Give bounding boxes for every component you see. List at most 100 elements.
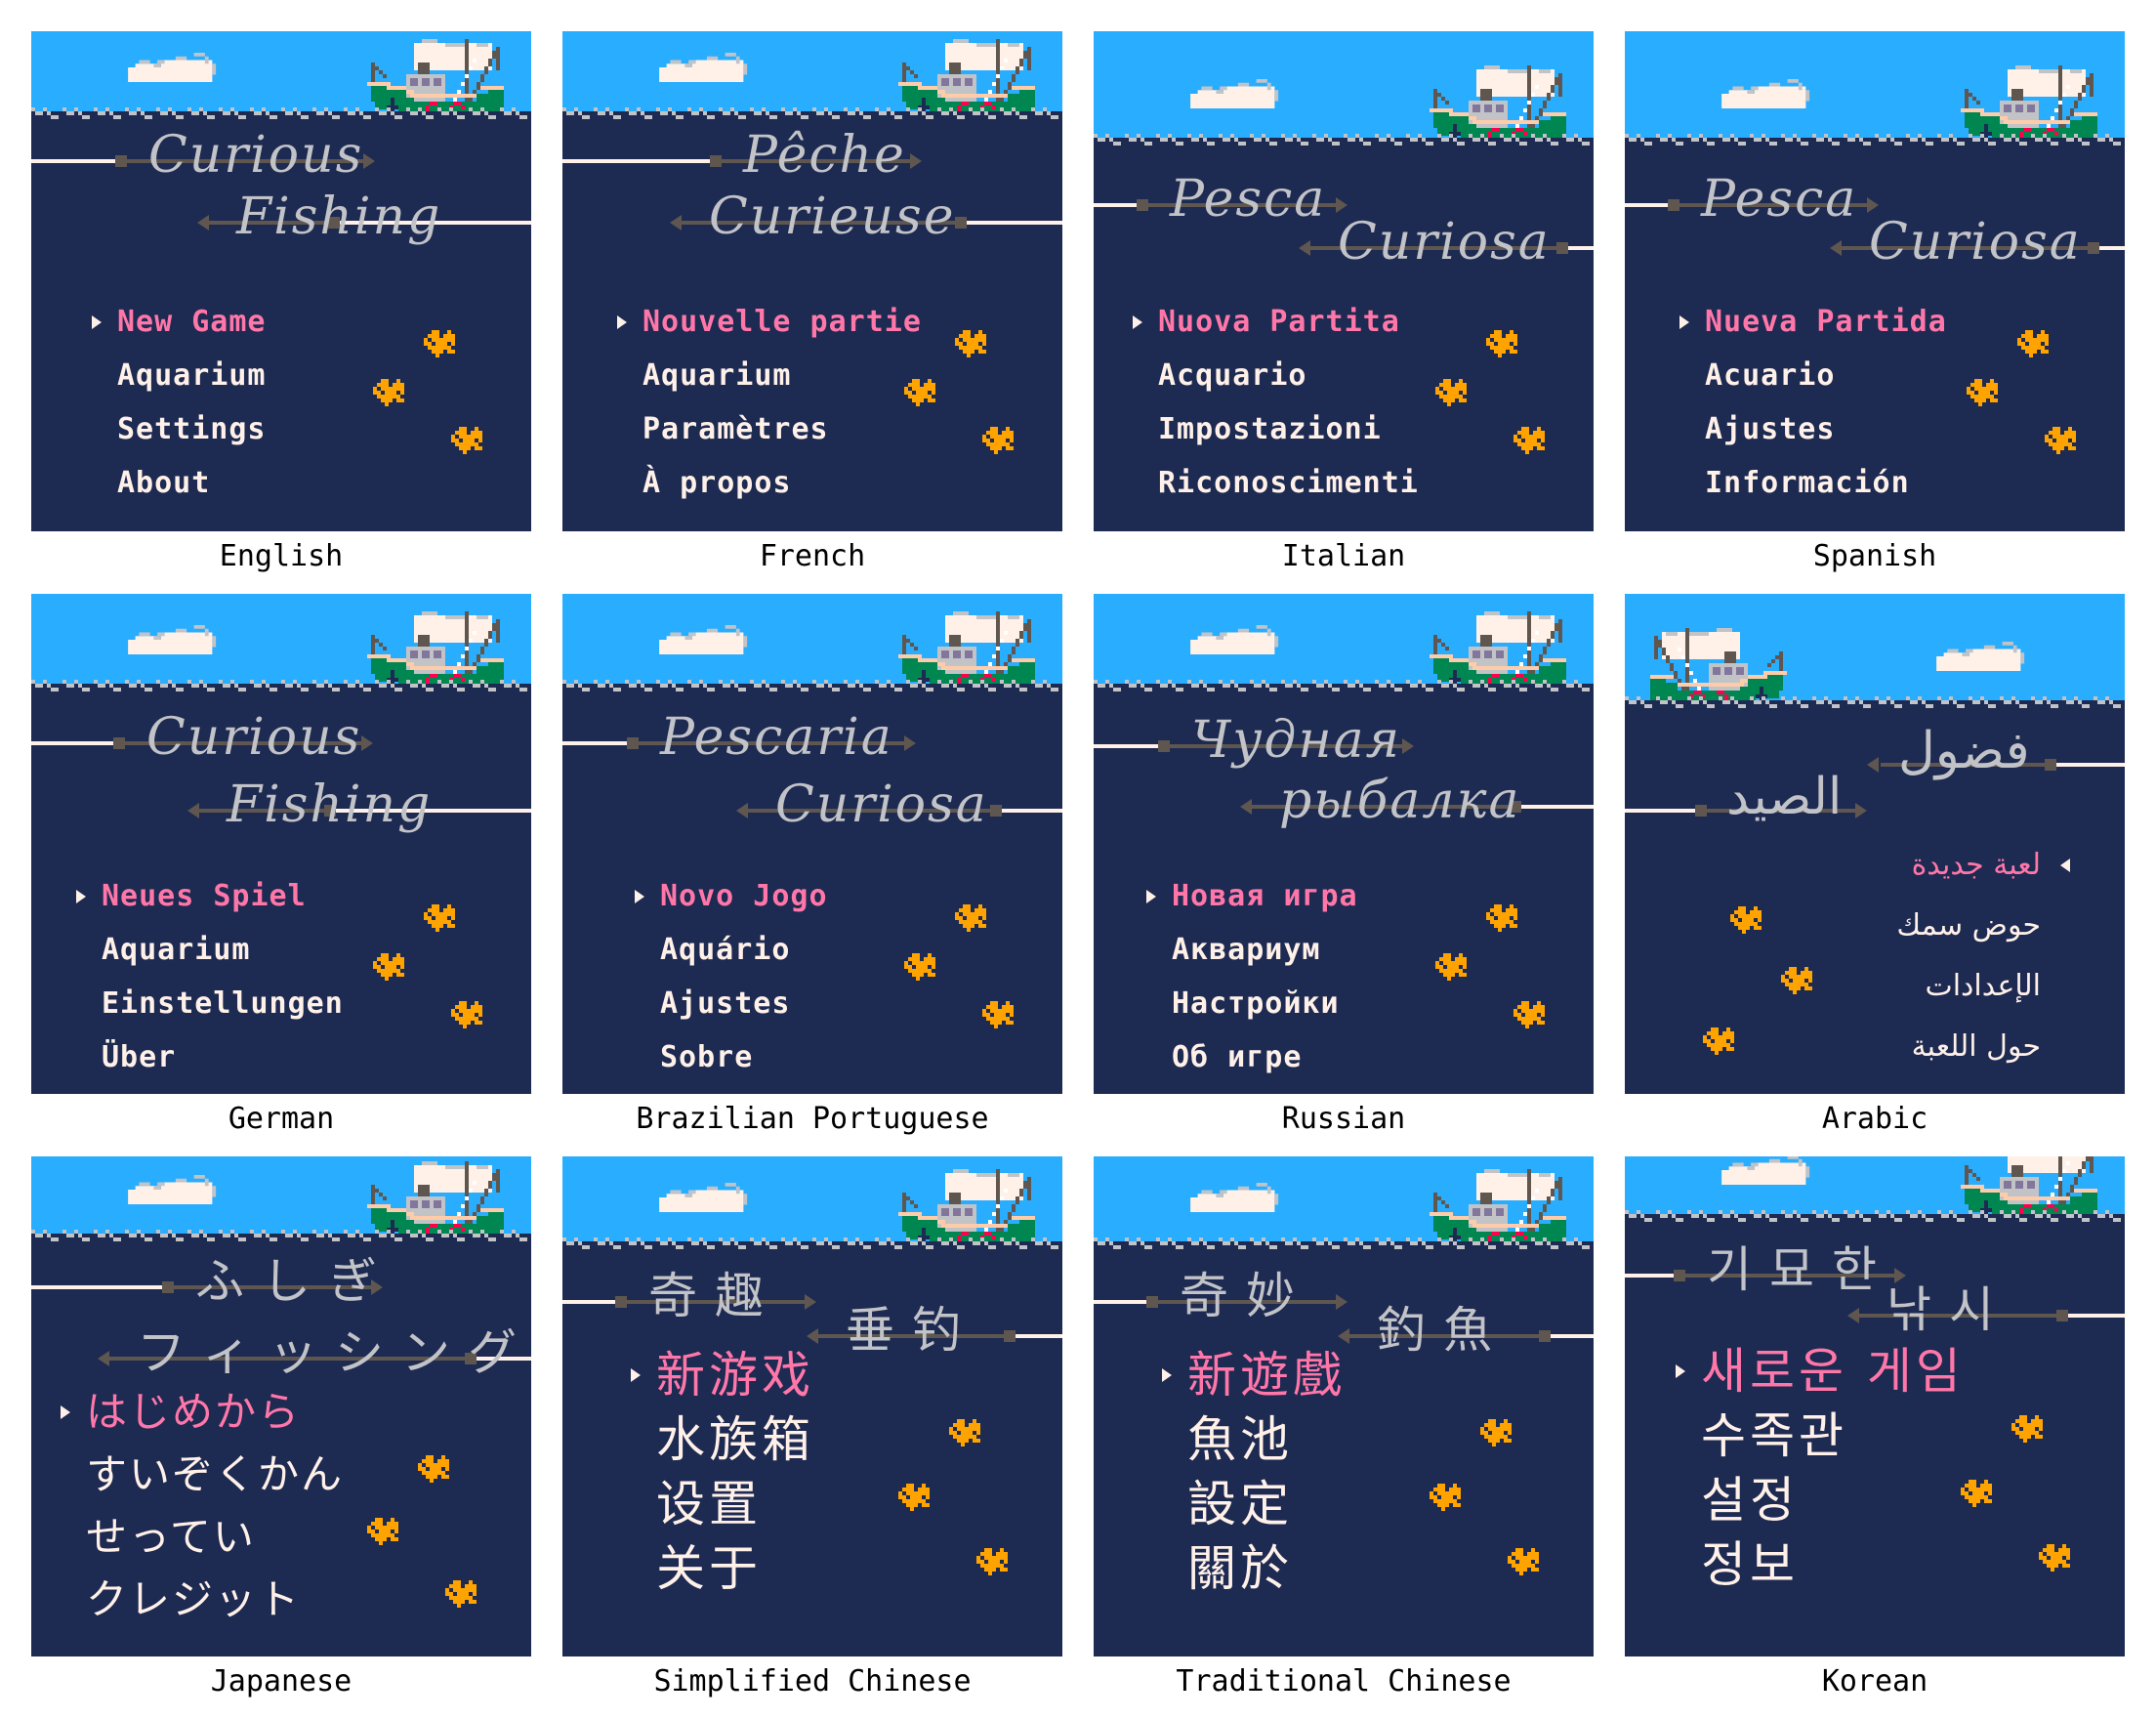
language-caption: Italian [1281,539,1406,573]
menu-item-aquarium[interactable]: حوض سمك [1896,908,2041,943]
language-caption: Traditional Chinese [1176,1664,1512,1698]
main-menu: 새로운 게임 수족관 설정 정보 [1625,1156,2125,1656]
menu-item-settings[interactable]: الإعدادات [1925,969,2041,1004]
menu-item-settings[interactable]: Ajustes [1705,412,1835,447]
menu-item-about[interactable]: クレジット [86,1572,301,1627]
menu-item-settings[interactable]: Paramètres [643,412,829,447]
panel-traditional-chinese: 奇妙 釣魚 新遊戲 魚池 設定 關於 Traditional Chinese [1094,1156,1594,1719]
title-screen: 奇趣 垂钓 新游戏 水族箱 设置 关于 [562,1156,1062,1656]
fish-icon [949,1419,980,1447]
menu-item-aquarium[interactable]: 水族箱 [656,1410,814,1469]
menu-item-settings[interactable]: 설정 [1701,1471,1799,1530]
localization-grid: Curious Fishing New Game Aquarium Settin… [0,0,2156,1719]
menu-item-aquarium[interactable]: Aquarium [117,358,267,394]
title-screen: 기묘한 낚시 새로운 게임 수족관 설정 정보 [1625,1156,2125,1656]
menu-item-aquarium[interactable]: Acuario [1705,358,1835,394]
menu-item-about[interactable]: Über [102,1040,176,1075]
title-screen: Pesca Curiosa Nuova Partita Acquario Imp… [1094,31,1594,531]
fish-icon [1480,1419,1512,1447]
fish-icon [1508,1548,1539,1576]
cursor-icon [635,890,644,903]
menu-item-new-game[interactable]: 新游戏 [656,1346,814,1405]
panel-spanish: Pesca Curiosa Nueva Partida Acuario Ajus… [1625,31,2125,594]
fish-icon [982,1001,1014,1028]
menu-item-aquarium[interactable]: Acquario [1158,358,1307,394]
menu-item-new-game[interactable]: 새로운 게임 [1701,1342,1965,1401]
fish-icon [1513,1001,1545,1028]
panel-english: Curious Fishing New Game Aquarium Settin… [31,31,531,594]
panel-french: Pêche Curieuse Nouvelle partie Aquarium … [562,31,1062,594]
menu-item-settings[interactable]: 設定 [1187,1475,1293,1533]
menu-item-about[interactable]: About [117,466,210,501]
panel-japanese: ふしぎ フィッシング はじめから すいぞくかん せってい クレジット Japan… [31,1156,531,1719]
cursor-icon [1162,1368,1172,1382]
main-menu: New Game Aquarium Settings About [31,31,531,531]
menu-item-new-game[interactable]: Nuova Partita [1158,305,1400,340]
main-menu: 新遊戲 魚池 設定 關於 [1094,1156,1594,1656]
title-screen: Pêche Curieuse Nouvelle partie Aquarium … [562,31,1062,531]
menu-item-about[interactable]: À propos [643,466,792,501]
main-menu: Nouvelle partie Aquarium Paramètres À pr… [562,31,1062,531]
menu-item-about[interactable]: 정보 [1701,1535,1799,1594]
title-screen: Pesca Curiosa Nueva Partida Acuario Ajus… [1625,31,2125,531]
menu-item-about[interactable]: 关于 [656,1539,762,1598]
fish-icon [445,1579,477,1608]
menu-item-settings[interactable]: Ajustes [660,986,790,1022]
menu-item-aquarium[interactable]: Аквариум [1172,933,1321,968]
cursor-icon [76,890,86,903]
menu-item-new-game[interactable]: Nueva Partida [1705,305,1947,340]
main-menu: لعبة جديدة حوض سمك الإعدادات حول اللعبة [1625,594,2125,1094]
menu-item-about[interactable]: 關於 [1187,1539,1293,1598]
menu-item-settings[interactable]: せってい [86,1510,256,1565]
menu-item-new-game[interactable]: لعبة جديدة [1912,848,2041,883]
panel-russian: Чудная рыбалка Новая игра Аквариум Настр… [1094,594,1594,1156]
title-screen: ふしぎ フィッシング はじめから すいぞくかん せってい クレジット [31,1156,531,1656]
cursor-icon [1146,890,1156,903]
menu-item-aquarium[interactable]: Aquarium [643,358,792,394]
menu-item-about[interactable]: Об игре [1172,1040,1302,1075]
language-caption: Russian [1281,1102,1406,1136]
panel-arabic: فضول الصيد لعبة جديدة حوض سمك الإعدادات … [1625,594,2125,1156]
menu-item-new-game[interactable]: はじめから [86,1385,301,1440]
panel-italian: Pesca Curiosa Nuova Partita Acquario Imp… [1094,31,1594,594]
cursor-icon [1133,315,1142,329]
fish-icon [1730,905,1762,934]
menu-item-aquarium[interactable]: Aquário [660,933,790,968]
menu-item-new-game[interactable]: Neues Spiel [102,879,307,914]
fish-icon [1961,1480,1992,1508]
menu-item-settings[interactable]: Einstellungen [102,986,344,1022]
menu-item-settings[interactable]: 设置 [656,1475,762,1533]
fish-icon [451,427,482,454]
main-menu: 新游戏 水族箱 设置 关于 [562,1156,1062,1656]
menu-item-about[interactable]: Información [1705,466,1910,501]
title-screen: Curious Fishing Neues Spiel Aquarium Ein… [31,594,531,1094]
menu-item-aquarium[interactable]: 魚池 [1187,1410,1293,1469]
language-caption: Japanese [210,1664,352,1698]
menu-item-settings[interactable]: Settings [117,412,267,447]
menu-item-new-game[interactable]: 新遊戲 [1187,1346,1346,1405]
fish-icon [898,1484,930,1512]
fish-icon [1781,966,1812,994]
menu-item-new-game[interactable]: Новая игра [1172,879,1358,914]
panel-simplified-chinese: 奇趣 垂钓 新游戏 水族箱 设置 关于 Simplified Chinese [562,1156,1062,1719]
menu-item-settings[interactable]: Настройки [1172,986,1340,1022]
panel-german: Curious Fishing Neues Spiel Aquarium Ein… [31,594,531,1156]
menu-item-about[interactable]: Sobre [660,1040,753,1075]
fish-icon [373,378,404,406]
language-caption: French [759,539,866,573]
menu-item-about[interactable]: Riconoscimenti [1158,466,1419,501]
panel-korean: 기묘한 낚시 새로운 게임 수족관 설정 정보 Korean [1625,1156,2125,1719]
fish-icon [955,330,986,357]
cursor-icon [1676,1364,1685,1378]
fish-icon [982,427,1014,454]
menu-item-aquarium[interactable]: Aquarium [102,933,251,968]
menu-item-settings[interactable]: Impostazioni [1158,412,1382,447]
menu-item-about[interactable]: حول اللعبة [1912,1029,2041,1065]
menu-item-aquarium[interactable]: すいぞくかん [86,1447,344,1502]
fish-icon [2045,427,2076,454]
menu-item-new-game[interactable]: New Game [117,305,267,340]
menu-item-new-game[interactable]: Novo Jogo [660,879,828,914]
cursor-icon [92,315,102,329]
menu-item-aquarium[interactable]: 수족관 [1701,1406,1847,1465]
menu-item-new-game[interactable]: Nouvelle partie [643,305,922,340]
